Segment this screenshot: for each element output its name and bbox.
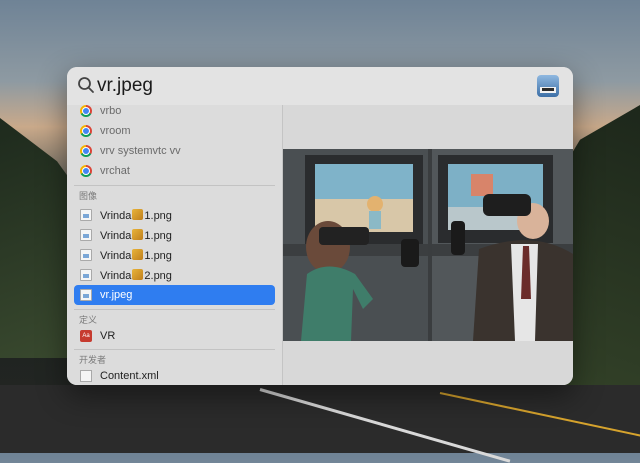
- png-file-icon: [80, 249, 92, 261]
- png-file-icon: [80, 269, 92, 281]
- result-label: VR: [100, 330, 116, 342]
- result-label: vrchat: [100, 165, 130, 177]
- result-label: Vrinda 1.png: [100, 228, 172, 242]
- result-label: Vrinda 2.png: [100, 268, 172, 282]
- png-file-icon: [80, 229, 92, 241]
- chrome-icon: [80, 165, 92, 177]
- search-input[interactable]: vr.jpeg: [97, 75, 153, 97]
- result-item-chrome[interactable]: vroom: [74, 121, 275, 141]
- result-item-definition[interactable]: Aa VR: [74, 326, 275, 346]
- result-label: vrv systemvtc vv: [100, 145, 181, 157]
- result-item-image[interactable]: Vrinda 1.png: [74, 245, 275, 265]
- emoji-icon: [132, 228, 144, 240]
- section-divider: [74, 185, 275, 186]
- emoji-icon: [132, 268, 144, 280]
- png-file-icon: [80, 209, 92, 221]
- preview-image: [283, 149, 573, 341]
- emoji-icon: [132, 208, 144, 220]
- dictionary-icon: Aa: [80, 330, 92, 342]
- result-label: Vrinda 1.png: [100, 208, 172, 222]
- wallpaper-road: [0, 385, 640, 453]
- result-item-image[interactable]: Vrinda 1.png: [74, 205, 275, 225]
- result-item-image[interactable]: Vrinda 1.png: [74, 225, 275, 245]
- result-item-developer[interactable]: Content.xml: [74, 366, 275, 385]
- section-divider: [74, 349, 275, 350]
- section-header-definitions: 定义: [79, 315, 98, 325]
- emoji-icon: [132, 248, 144, 260]
- result-item-chrome[interactable]: vrchat: [74, 161, 275, 181]
- result-item-selected[interactable]: vr.jpeg: [74, 285, 275, 305]
- result-item-chrome[interactable]: vrv systemvtc vv: [74, 141, 275, 161]
- search-icon: [78, 77, 94, 93]
- preview-app-icon: [537, 75, 559, 97]
- result-label: vr.jpeg: [100, 289, 133, 301]
- results-list: vrbo vroom vrv systemvtc vv vrchat 图像 Vr…: [67, 105, 283, 385]
- section-header-images: 图像: [79, 191, 98, 201]
- result-label: Content.xml: [100, 370, 159, 382]
- section-divider: [74, 309, 275, 310]
- xml-file-icon: [80, 370, 92, 382]
- chrome-icon: [80, 105, 92, 117]
- preview-pane: [283, 105, 573, 385]
- result-item-image[interactable]: Vrinda 2.png: [74, 265, 275, 285]
- result-label: vroom: [100, 125, 131, 137]
- result-item-chrome[interactable]: vrbo: [74, 101, 275, 121]
- result-label: vrbo: [100, 105, 122, 117]
- spotlight-window: vr.jpeg vrbo vroom vrv systemvtc vv vrch…: [67, 67, 573, 385]
- chrome-icon: [80, 125, 92, 137]
- result-label: Vrinda 1.png: [100, 248, 172, 262]
- jpeg-file-icon: [80, 289, 92, 301]
- section-header-developer: 开发者: [79, 355, 107, 365]
- chrome-icon: [80, 145, 92, 157]
